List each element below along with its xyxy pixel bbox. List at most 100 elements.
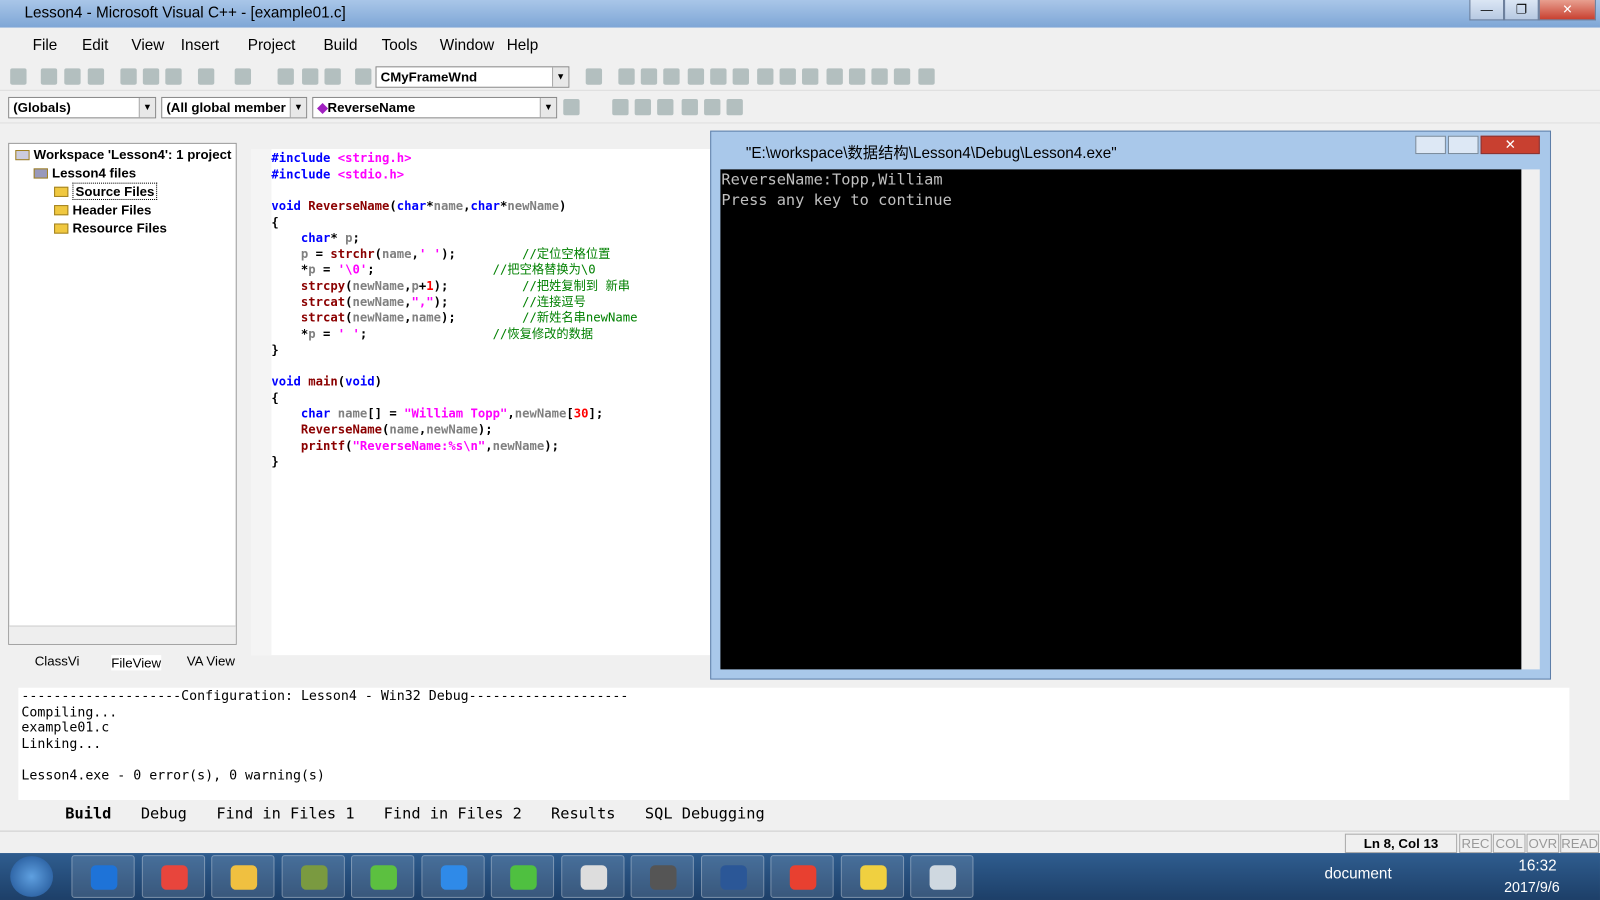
taskbar-app-colorful[interactable] — [770, 855, 834, 898]
output-tab-find-in-files-2[interactable]: Find in Files 2 — [384, 804, 522, 822]
workspace-hscrollbar[interactable] — [9, 625, 236, 644]
toolbar-button-icon[interactable] — [732, 68, 749, 85]
output-tab-debug[interactable]: Debug — [141, 804, 187, 822]
clock-date[interactable]: 2017/9/6 — [1504, 879, 1560, 895]
menu-file[interactable]: File — [33, 37, 58, 54]
taskbar-word[interactable] — [700, 855, 764, 898]
maximize-button[interactable]: ❐ — [1504, 0, 1539, 21]
minimize-button[interactable]: — — [1469, 0, 1505, 21]
tab-vaview[interactable]: VA View — [187, 653, 235, 668]
code-token: ) — [374, 374, 383, 389]
project-node[interactable]: Lesson4 files — [33, 165, 136, 181]
toolbar-button-icon[interactable] — [893, 68, 911, 85]
source-code[interactable]: #include <string.h> #include <stdio.h> voi… — [271, 151, 637, 470]
code-token: "," — [411, 294, 434, 309]
tab-fileview[interactable]: FileView — [111, 655, 162, 671]
menu-tools[interactable]: Tools — [382, 37, 418, 54]
toolbar-button-icon[interactable] — [802, 68, 819, 85]
workspace-tree: Workspace 'Lesson4': 1 project Lesson4 f… — [8, 142, 237, 645]
toolbar-button-icon[interactable] — [197, 68, 215, 85]
menu-help[interactable]: Help — [507, 37, 538, 54]
clock-time[interactable]: 16:32 — [1518, 857, 1556, 874]
taskbar-app-green[interactable] — [351, 855, 415, 898]
taskbar-app-window[interactable] — [910, 855, 974, 898]
toolbar-button-icon[interactable] — [165, 68, 182, 85]
rec-indicator: REC — [1459, 833, 1492, 854]
code-token: ( — [345, 438, 353, 453]
console-minimize-button[interactable] — [1415, 135, 1446, 155]
taskbar-document[interactable]: document — [1324, 865, 1391, 882]
code-token: name — [382, 246, 412, 262]
taskbar-ie[interactable] — [71, 855, 135, 898]
toolbar-button-icon[interactable] — [704, 98, 721, 116]
folder-resource-files[interactable]: Resource Files — [54, 220, 167, 236]
toolbar-button-icon[interactable] — [640, 68, 658, 85]
toolbar-button-icon[interactable] — [687, 68, 705, 85]
console-scrollbar[interactable] — [1521, 169, 1540, 670]
tab-classview[interactable]: ClassVi — [35, 653, 80, 668]
folder-header-files[interactable]: Header Files — [54, 202, 151, 217]
taskbar-app-people[interactable] — [560, 855, 624, 898]
toolbar-button-icon[interactable] — [871, 68, 888, 85]
toolbar-button-icon[interactable] — [612, 98, 629, 116]
toolbar-button-icon[interactable] — [40, 68, 58, 85]
toolbar-button-icon[interactable] — [302, 68, 319, 85]
menu-view[interactable]: View — [131, 37, 164, 54]
taskbar-chrome[interactable] — [141, 855, 205, 898]
output-tab-find-in-files-1[interactable]: Find in Files 1 — [216, 804, 354, 822]
function-combo[interactable]: ◆ReverseName ▼ — [312, 96, 558, 119]
toolbar-button-icon[interactable] — [657, 98, 674, 116]
toolbar-button-icon[interactable] — [710, 68, 727, 85]
toolbar-button-icon[interactable] — [563, 98, 580, 116]
workspace-root[interactable]: Workspace 'Lesson4': 1 project — [15, 147, 231, 162]
toolbar-button-icon[interactable] — [10, 68, 27, 85]
toolbar-button-icon[interactable] — [355, 68, 372, 85]
code-token: = — [308, 246, 331, 262]
taskbar-app-ide[interactable] — [630, 855, 694, 898]
toolbar-button-icon[interactable] — [779, 68, 796, 85]
taskbar-notepad[interactable] — [281, 855, 345, 898]
folder-source-files[interactable]: Source Files — [54, 182, 158, 200]
toolbar-button-icon[interactable] — [634, 98, 652, 116]
toolbar-button-icon[interactable] — [757, 68, 774, 85]
toolbar-button-icon[interactable] — [848, 68, 866, 85]
toolbar-button-icon[interactable] — [826, 68, 843, 85]
toolbar-button-icon[interactable] — [142, 68, 160, 85]
start-button[interactable] — [10, 856, 54, 897]
toolbar-button-icon[interactable] — [277, 68, 294, 85]
taskbar-explorer[interactable] — [211, 855, 275, 898]
toolbar-button-icon[interactable] — [663, 68, 680, 85]
menu-window[interactable]: Window — [440, 37, 494, 54]
toolbar-button-icon[interactable] — [726, 98, 743, 116]
taskbar-help[interactable] — [840, 855, 904, 898]
menu-project[interactable]: Project — [248, 37, 296, 54]
code-token: * — [271, 262, 309, 278]
toolbar-button-icon[interactable] — [918, 68, 935, 85]
class-combo[interactable]: CMyFrameWnd ▼ — [375, 66, 570, 88]
members-combo[interactable]: (All global member ▼ — [161, 96, 308, 119]
output-tab-results[interactable]: Results — [551, 804, 616, 822]
console-maximize-button[interactable] — [1447, 135, 1479, 155]
toolbar-button-icon[interactable] — [120, 68, 137, 85]
menu-edit[interactable]: Edit — [82, 37, 108, 54]
toolbar-button-icon[interactable] — [681, 98, 698, 116]
toolbar-button-icon[interactable] — [64, 68, 81, 85]
toolbar-button-icon[interactable] — [324, 68, 341, 85]
code-token: newName — [492, 438, 545, 453]
taskbar-wechat[interactable] — [490, 855, 555, 898]
code-token: ); — [441, 310, 523, 325]
taskbar-app-blue[interactable] — [420, 855, 485, 898]
toolbar-button-icon[interactable] — [585, 68, 603, 85]
toolbar-button-icon[interactable] — [87, 68, 105, 85]
output-tab-build[interactable]: Build — [65, 804, 111, 822]
output-tab-sql-debugging[interactable]: SQL Debugging — [645, 804, 765, 822]
menu-insert[interactable]: Insert — [181, 37, 219, 54]
code-token: //把空格替换为\0 — [492, 262, 596, 278]
toolbar-button-icon[interactable] — [618, 68, 635, 85]
scope-combo[interactable]: (Globals) ▼ — [8, 96, 157, 119]
close-button[interactable]: ✕ — [1538, 0, 1596, 21]
toolbar-button-icon[interactable] — [234, 68, 252, 85]
console-close-button[interactable]: ✕ — [1480, 135, 1540, 155]
menu-build[interactable]: Build — [323, 37, 357, 54]
code-token: ; — [359, 326, 493, 341]
